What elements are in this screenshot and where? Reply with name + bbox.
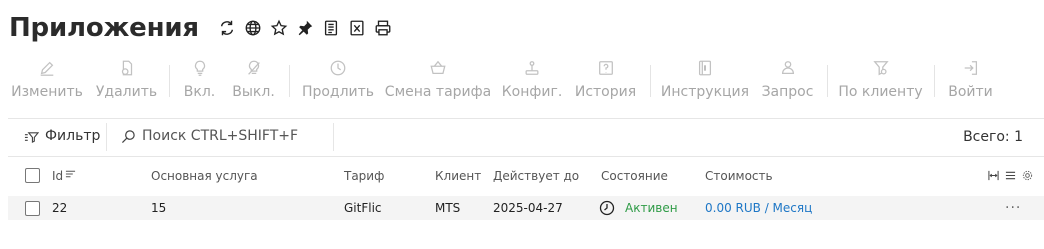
clock-status-icon	[599, 200, 615, 216]
manual-icon	[698, 60, 712, 76]
extend-label: Продлить	[301, 84, 375, 100]
login-label: Войти	[948, 84, 993, 100]
cell-client: MTS	[435, 201, 461, 215]
sort-icon[interactable]	[63, 169, 76, 183]
extend-button[interactable]: Продлить	[301, 56, 375, 104]
filter-button[interactable]: Фильтр	[24, 128, 100, 144]
filter-label: Фильтр	[45, 128, 101, 144]
cell-id: 22	[52, 201, 68, 215]
by-client-label: По клиенту	[838, 84, 923, 100]
edit-button[interactable]: Изменить	[11, 56, 83, 104]
document-icon[interactable]	[321, 18, 341, 38]
bulb-on-icon	[194, 60, 205, 76]
row-checkbox[interactable]	[25, 196, 40, 220]
delete-button[interactable]: Удалить	[95, 56, 158, 104]
toolbar-divider	[934, 65, 935, 97]
instruction-button[interactable]: Инструкция	[661, 56, 749, 104]
history-button[interactable]: История	[574, 56, 637, 104]
client-filter-icon	[872, 61, 889, 76]
request-label: Запрос	[761, 84, 814, 100]
login-icon	[964, 61, 977, 75]
col-valid-until[interactable]: Действует до	[493, 156, 579, 195]
instruction-label: Инструкция	[660, 84, 750, 100]
enable-button[interactable]: Вкл.	[184, 56, 215, 104]
toolbar-divider	[827, 65, 828, 97]
change-tariff-label: Смена тарифа	[384, 84, 492, 100]
pin-icon[interactable]	[295, 18, 315, 38]
row-actions-menu[interactable]: ···	[1005, 196, 1021, 220]
joystick-icon	[525, 61, 539, 75]
config-button[interactable]: Конфиг.	[501, 56, 563, 104]
enable-label: Вкл.	[183, 84, 216, 100]
search-icon	[121, 129, 135, 143]
pencil-icon	[40, 61, 54, 76]
filter-bar: Фильтр Поиск CTRL+SHIFT+F Всего: 1	[8, 118, 1044, 157]
cell-tariff: GitFlic	[344, 201, 382, 215]
bulb-off-icon	[247, 60, 260, 75]
cell-service: 15	[151, 201, 167, 215]
gear-icon[interactable]	[1022, 170, 1033, 181]
disable-label: Выкл.	[232, 84, 275, 100]
disable-button[interactable]: Выкл.	[232, 56, 275, 104]
globe-icon[interactable]	[243, 18, 263, 38]
login-button[interactable]: Войти	[948, 56, 993, 104]
menu-lines-icon[interactable]	[1005, 170, 1016, 181]
column-resize-icon[interactable]	[988, 170, 999, 181]
print-icon[interactable]	[373, 18, 393, 38]
col-client[interactable]: Клиент	[435, 156, 481, 195]
search-placeholder: Поиск CTRL+SHIFT+F	[142, 128, 299, 144]
col-service[interactable]: Основная услуга	[151, 156, 258, 195]
table-row[interactable]: 22 15 GitFlic MTS 2025-04-27 Активен 0.0…	[8, 196, 1044, 220]
cell-cost[interactable]: 0.00 RUB / Месяц	[705, 196, 812, 220]
search-divider	[333, 123, 334, 151]
action-toolbar: Изменить Удалить Вкл. Выкл. Продлить Сме…	[0, 56, 1044, 104]
col-state[interactable]: Состояние	[601, 156, 668, 195]
search-input[interactable]: Поиск CTRL+SHIFT+F	[121, 128, 298, 144]
table-header: Id Основная услуга Тариф Клиент Действуе…	[8, 156, 1044, 195]
user-request-icon	[781, 61, 794, 75]
status-badge: Активен	[625, 201, 678, 215]
toolbar-divider	[169, 65, 170, 97]
config-label: Конфиг.	[501, 84, 563, 100]
total-count: Всего: 1	[963, 129, 1023, 145]
delete-doc-icon	[121, 60, 132, 76]
filter-divider	[106, 123, 107, 151]
toolbar-divider	[650, 65, 651, 97]
page-title: Приложения	[9, 13, 199, 43]
header-actions	[217, 18, 393, 38]
question-box-icon	[598, 61, 613, 75]
col-id-label: Id	[52, 168, 64, 183]
col-cost[interactable]: Стоимость	[705, 156, 773, 195]
col-id[interactable]: Id	[52, 156, 76, 195]
clock-icon	[330, 60, 346, 76]
basket-icon	[430, 60, 446, 75]
change-tariff-button[interactable]: Смена тарифа	[385, 56, 491, 104]
col-tariff[interactable]: Тариф	[344, 156, 384, 195]
filter-icon	[24, 131, 39, 143]
column-tools	[988, 156, 1033, 195]
cell-valid-until: 2025-04-27	[493, 201, 563, 215]
by-client-button[interactable]: По клиенту	[838, 56, 923, 104]
request-button[interactable]: Запрос	[761, 56, 814, 104]
delete-label: Удалить	[95, 84, 158, 100]
select-all-checkbox[interactable]	[25, 156, 40, 195]
star-icon[interactable]	[269, 18, 289, 38]
page-header: Приложения	[9, 12, 393, 44]
refresh-icon[interactable]	[217, 18, 237, 38]
edit-label: Изменить	[11, 84, 83, 100]
history-label: История	[574, 84, 637, 100]
excel-icon[interactable]	[347, 18, 367, 38]
cell-state: Активен	[599, 196, 678, 220]
toolbar-divider	[289, 65, 290, 97]
